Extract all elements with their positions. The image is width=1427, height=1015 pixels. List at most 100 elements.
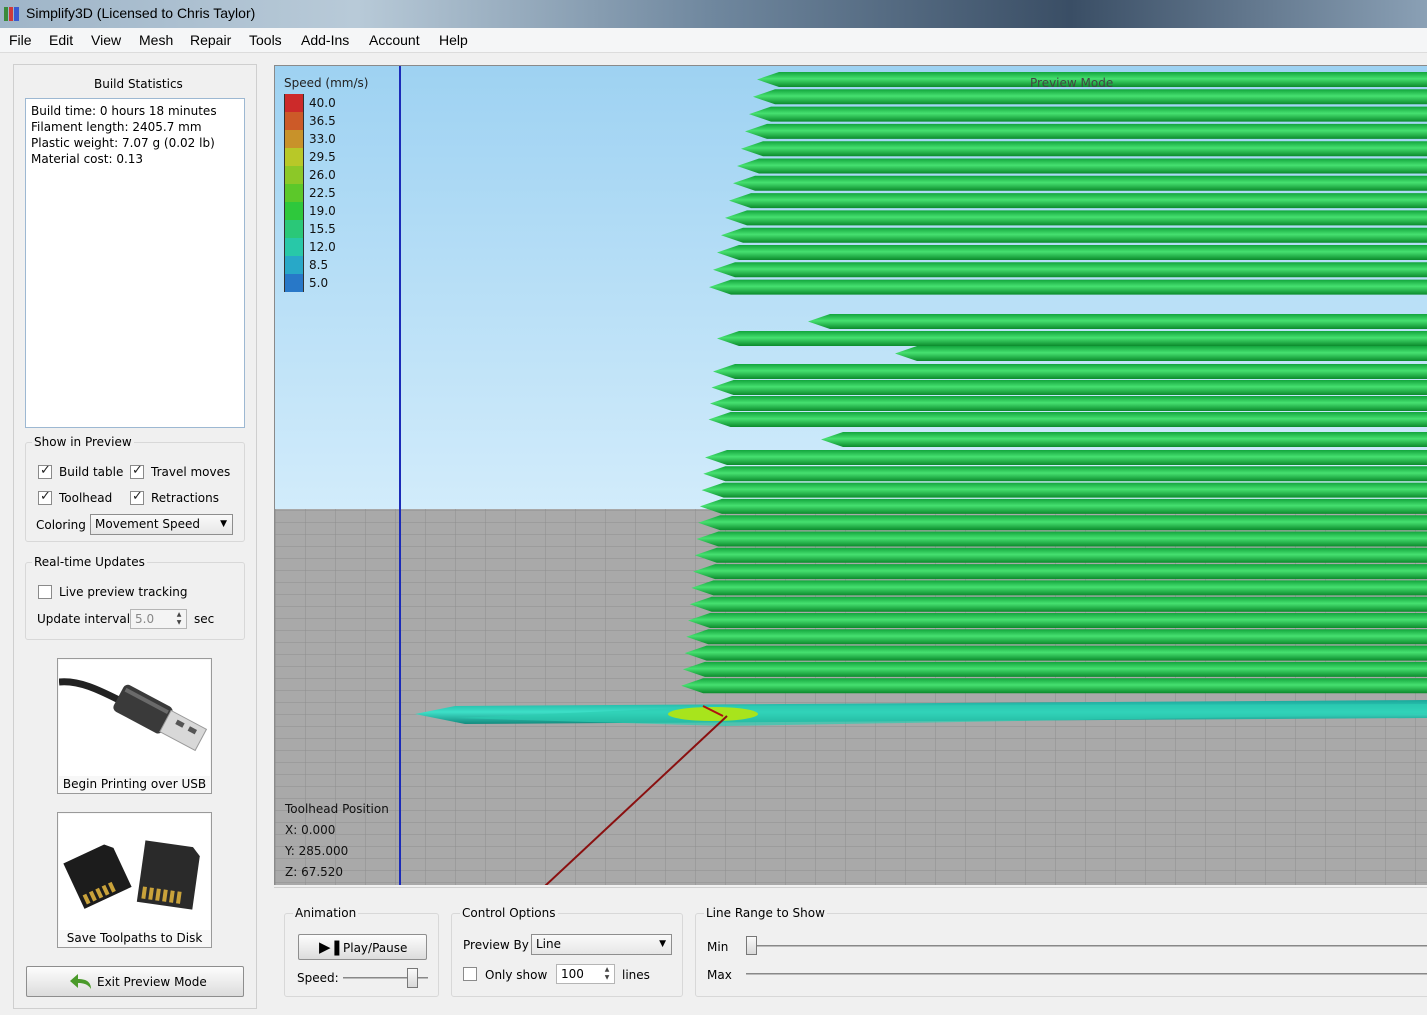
save-toolpaths-button[interactable]: Save Toolpaths to Disk xyxy=(57,812,212,948)
legend-row: 8.5 xyxy=(284,256,368,274)
toolpath-layer xyxy=(684,645,1427,661)
begin-printing-usb-button[interactable]: Begin Printing over USB xyxy=(57,658,212,794)
toolpath-layer xyxy=(733,175,1427,191)
menu-mesh[interactable]: Mesh xyxy=(139,32,173,48)
legend-value: 29.5 xyxy=(309,150,336,164)
toolpath-layer xyxy=(713,262,1427,278)
spin-up-icon[interactable]: ▲ xyxy=(173,611,185,619)
spin-down-icon[interactable]: ▼ xyxy=(601,974,613,982)
toolpath-layer xyxy=(708,412,1427,427)
realtime-updates-title: Real-time Updates xyxy=(32,555,147,569)
only-show-unit: lines xyxy=(622,968,650,982)
coloring-dropdown-value: Movement Speed xyxy=(95,517,200,531)
toolpath-layer xyxy=(821,432,1427,447)
preview-by-label: Preview By xyxy=(463,938,529,952)
stat-plastic-weight: Plastic weight: 7.07 g (0.02 lb) xyxy=(31,136,215,150)
legend-row: 29.5 xyxy=(284,148,368,166)
spin-down-icon[interactable]: ▼ xyxy=(173,619,185,627)
usb-cable-image xyxy=(58,660,210,776)
toolpath-layer xyxy=(725,210,1427,226)
toolpath-layer xyxy=(717,331,1427,346)
stat-material-cost: Material cost: 0.13 xyxy=(31,152,144,166)
menu-add-ins[interactable]: Add-Ins xyxy=(301,32,349,48)
legend-value: 19.0 xyxy=(309,204,336,218)
toolpath-layer xyxy=(745,123,1427,139)
exit-preview-button[interactable]: Exit Preview Mode xyxy=(26,966,244,997)
stat-build-time: Build time: 0 hours 18 minutes xyxy=(31,104,217,118)
toolpath-layer xyxy=(682,661,1427,677)
max-slider-track[interactable] xyxy=(746,973,1427,975)
animation-title: Animation xyxy=(293,906,359,920)
realtime-updates-group: Real-time Updates Live preview tracking … xyxy=(25,555,245,640)
toolhead-position-title: Toolhead Position xyxy=(285,802,389,816)
live-tracking-checkbox[interactable] xyxy=(38,585,52,599)
legend-value: 8.5 xyxy=(309,258,329,272)
toolpath-layer xyxy=(737,158,1427,174)
usb-cable-icon xyxy=(58,678,208,752)
legend-swatch xyxy=(284,274,304,292)
only-show-label: Only show xyxy=(485,968,548,982)
toolpath-layer xyxy=(895,346,1427,361)
legend-swatch xyxy=(284,148,304,166)
left-sidebar: Build Statistics Build time: 0 hours 18 … xyxy=(13,64,257,1009)
menu-account[interactable]: Account xyxy=(369,32,420,48)
legend-swatch xyxy=(284,94,304,112)
toolpath-layer xyxy=(699,498,1427,514)
menu-repair[interactable]: Repair xyxy=(190,32,231,48)
coloring-label: Coloring xyxy=(36,518,86,532)
exit-preview-label: Exit Preview Mode xyxy=(97,975,207,989)
legend-value: 22.5 xyxy=(309,186,336,200)
min-slider-track[interactable] xyxy=(746,945,1427,947)
animation-group: Animation ▶❚ Play/Pause Speed: xyxy=(284,906,439,997)
min-slider-handle[interactable] xyxy=(746,936,757,955)
toolhead-checkbox[interactable] xyxy=(38,489,52,505)
update-interval-spinbox[interactable]: 5.0 ▲ ▼ xyxy=(130,609,187,629)
speed-legend: Speed (mm/s) 40.0 36.5 33.0 29.5 26.0 22.5 19.… xyxy=(284,76,368,292)
legend-row: 26.0 xyxy=(284,166,368,184)
toolpath-layer xyxy=(753,89,1427,105)
preview-by-dropdown[interactable]: Line ▼ xyxy=(531,934,672,955)
menu-tools[interactable]: Tools xyxy=(249,32,282,48)
play-pause-button[interactable]: ▶❚ Play/Pause xyxy=(298,934,427,960)
toolpath-layer xyxy=(729,193,1427,209)
toolhead-position: Toolhead Position X: 0.000 Y: 285.000 Z:… xyxy=(285,799,389,883)
legend-row: 5.0 xyxy=(284,274,368,292)
stat-filament-length: Filament length: 2405.7 mm xyxy=(31,120,202,134)
back-arrow-icon xyxy=(70,974,91,989)
update-interval-unit: sec xyxy=(194,612,215,626)
preview-viewport[interactable]: Speed (mm/s) 40.0 36.5 33.0 29.5 26.0 22.5 19.… xyxy=(274,65,1427,885)
toolpath-layer xyxy=(688,613,1427,628)
menu-file[interactable]: File xyxy=(9,32,32,48)
spin-up-icon[interactable]: ▲ xyxy=(601,966,613,974)
menu-help[interactable]: Help xyxy=(439,32,468,48)
menu-bar: File Edit View Mesh Repair Tools Add-Ins… xyxy=(0,28,1427,53)
show-in-preview-group: Show in Preview Build table Travel moves… xyxy=(25,435,245,542)
build-statistics-box: Build time: 0 hours 18 minutes Filament … xyxy=(25,98,245,428)
toolpath-layers xyxy=(681,72,1427,694)
only-show-spinbox[interactable]: 100 ▲ ▼ xyxy=(556,964,615,984)
live-tracking-label: Live preview tracking xyxy=(59,585,188,599)
menu-edit[interactable]: Edit xyxy=(49,32,73,48)
legend-row: 40.0 xyxy=(284,94,368,112)
build-table-checkbox[interactable] xyxy=(38,463,52,479)
legend-swatch xyxy=(284,238,304,256)
speed-slider-handle[interactable] xyxy=(407,968,418,988)
travel-moves-checkbox[interactable] xyxy=(130,463,144,479)
sd-card-image xyxy=(59,814,210,930)
update-interval-label: Update interval xyxy=(37,612,131,626)
retractions-checkbox[interactable] xyxy=(130,489,144,505)
toolpath-layer xyxy=(681,678,1427,694)
play-pause-label: Play/Pause xyxy=(343,941,408,955)
toolpath-layer xyxy=(703,466,1427,482)
menu-view[interactable]: View xyxy=(91,32,121,48)
build-table-label: Build table xyxy=(59,465,124,479)
legend-swatch xyxy=(284,256,304,274)
legend-row: 12.0 xyxy=(284,238,368,256)
toolhead-label: Toolhead xyxy=(59,491,113,505)
usb-button-label: Begin Printing over USB xyxy=(62,777,207,791)
only-show-checkbox[interactable] xyxy=(463,967,477,981)
coloring-dropdown[interactable]: Movement Speed ▼ xyxy=(90,514,233,535)
legend-row: 19.0 xyxy=(284,202,368,220)
legend-value: 40.0 xyxy=(309,96,336,110)
legend-row: 22.5 xyxy=(284,184,368,202)
